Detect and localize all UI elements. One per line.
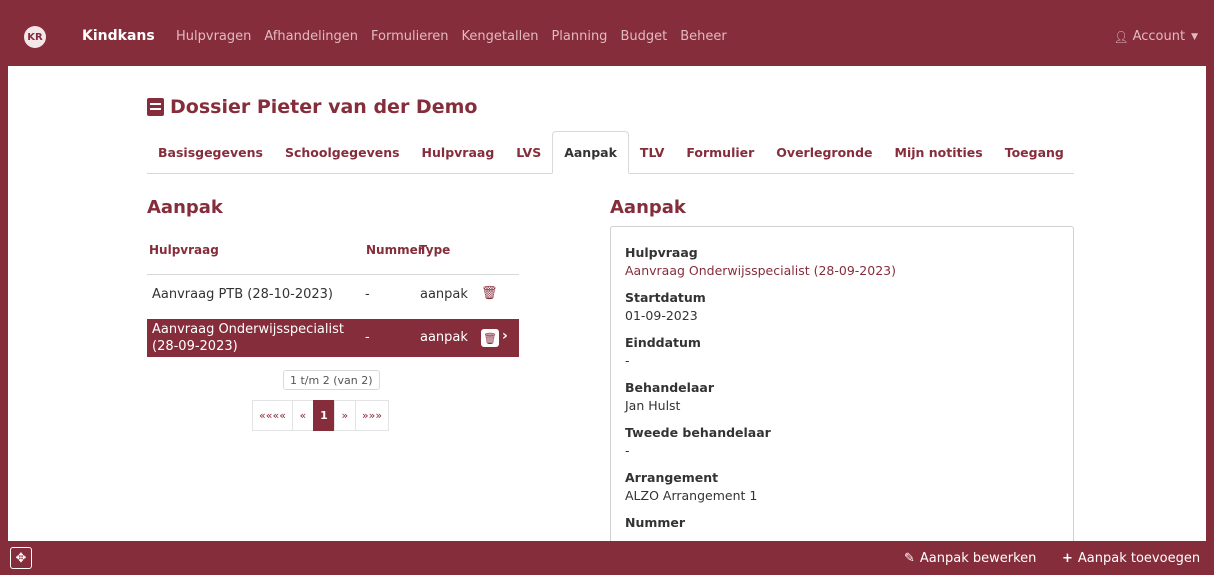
field-label: Startdatum (625, 290, 706, 305)
logo[interactable]: KR (24, 26, 46, 48)
user-icon: 👤︎ (1113, 29, 1129, 44)
row-hulpvraag: Aanvraag Onderwijsspecialist (28-09-2023… (152, 321, 344, 355)
row-nummer: - (365, 330, 370, 345)
tab-mijn-notities[interactable]: Mijn notities (884, 131, 994, 173)
chevron-right-icon[interactable]: › (502, 328, 508, 344)
field-label: Behandelaar (625, 380, 714, 395)
add-aanpak-button[interactable]: + Aanpak toevoegen (1062, 551, 1200, 566)
pager-prev[interactable]: « (291, 400, 314, 431)
tab-hulpvraag[interactable]: Hulpvraag (411, 131, 506, 173)
trash-icon[interactable]: 🗑︎ (481, 329, 499, 347)
tab-bar: Basisgegevens Schoolgegevens Hulpvraag L… (147, 131, 1075, 174)
document-icon (147, 98, 164, 116)
tab-overlegronde[interactable]: Overlegronde (765, 131, 883, 173)
bottom-action-bar: ✥ ✎ Aanpak bewerken + Aanpak toevoegen (0, 541, 1214, 575)
col-nummer: Nummer (366, 243, 424, 257)
edit-aanpak-label: Aanpak bewerken (919, 551, 1037, 566)
pager-current[interactable]: 1 (312, 400, 335, 431)
page-title-text: Dossier Pieter van der Demo (170, 96, 478, 118)
field-tweede-behandelaar: Tweede behandelaar - (625, 425, 771, 458)
field-label: Tweede behandelaar (625, 425, 771, 440)
nav-beheer[interactable]: Beheer (680, 29, 727, 44)
hulpvraag-link[interactable]: Aanvraag Onderwijsspecialist (28-09-2023… (625, 263, 896, 278)
tab-formulier[interactable]: Formulier (675, 131, 765, 173)
field-value: ALZO Arrangement 1 (625, 488, 758, 503)
row-hulpvraag: Aanvraag PTB (28-10-2023) (152, 287, 333, 302)
move-icon[interactable]: ✥ (10, 547, 32, 569)
edit-aanpak-button[interactable]: ✎ Aanpak bewerken (904, 551, 1036, 566)
account-label: Account (1132, 29, 1186, 44)
pencil-icon: ✎ (904, 551, 915, 566)
nav-planning[interactable]: Planning (551, 29, 607, 44)
field-label: Hulpvraag (625, 245, 698, 260)
trash-icon[interactable]: 🗑︎ (481, 286, 498, 301)
plus-icon: + (1062, 551, 1073, 566)
pager-next[interactable]: » (333, 400, 356, 431)
field-value: 01-09-2023 (625, 308, 698, 323)
field-hulpvraag: Hulpvraag Aanvraag Onderwijsspecialist (… (625, 245, 896, 278)
brand-name[interactable]: Kindkans (82, 28, 155, 44)
add-aanpak-label: Aanpak toevoegen (1077, 551, 1201, 566)
field-value: Jan Hulst (625, 398, 681, 413)
col-type: Type (419, 243, 451, 257)
table-row-selected[interactable]: Aanvraag Onderwijsspecialist (28-09-2023… (147, 319, 519, 357)
row-hulpvraag-line2: (28-09-2023) (152, 339, 238, 354)
page-title: Dossier Pieter van der Demo (147, 96, 477, 118)
field-startdatum: Startdatum 01-09-2023 (625, 290, 706, 323)
tab-lvs[interactable]: LVS (505, 131, 552, 173)
tab-schoolgegevens[interactable]: Schoolgegevens (274, 131, 411, 173)
account-menu[interactable]: 👤︎ Account ▼ (1113, 29, 1198, 44)
row-nummer: - (365, 287, 370, 302)
pager-first[interactable]: «««« (252, 400, 293, 431)
field-arrangement: Arrangement ALZO Arrangement 1 (625, 470, 757, 503)
field-value: - (625, 443, 630, 458)
row-type: aanpak (420, 330, 468, 345)
field-einddatum: Einddatum - (625, 335, 701, 368)
nav-afhandelingen[interactable]: Afhandelingen (264, 29, 358, 44)
nav-kengetallen[interactable]: Kengetallen (462, 29, 539, 44)
field-value: - (625, 353, 630, 368)
field-label: Arrangement (625, 470, 719, 485)
caret-down-icon: ▼ (1191, 31, 1198, 42)
left-heading: Aanpak (147, 197, 223, 218)
nav-budget[interactable]: Budget (620, 29, 667, 44)
tab-tlv[interactable]: TLV (629, 131, 675, 173)
field-behandelaar: Behandelaar Jan Hulst (625, 380, 714, 413)
main-nav: Hulpvragen Afhandelingen Formulieren Ken… (176, 29, 740, 44)
tab-basisgegevens[interactable]: Basisgegevens (147, 131, 274, 173)
col-hulpvraag: Hulpvraag (149, 243, 219, 257)
right-heading: Aanpak (610, 197, 686, 218)
nav-hulpvragen[interactable]: Hulpvragen (176, 29, 251, 44)
pager-last[interactable]: »»» (354, 400, 390, 431)
row-hulpvraag-line1: Aanvraag Onderwijsspecialist (152, 322, 344, 337)
pager-info: 1 t/m 2 (van 2) (283, 370, 380, 390)
tab-toegang[interactable]: Toegang (994, 131, 1075, 173)
table-row[interactable]: Aanvraag PTB (28-10-2023) - aanpak 🗑︎ (147, 276, 519, 314)
nav-formulieren[interactable]: Formulieren (371, 29, 449, 44)
row-type: aanpak (420, 287, 468, 302)
field-label: Nummer (625, 515, 686, 530)
top-navbar: KR Kindkans Hulpvragen Afhandelingen For… (0, 0, 1214, 66)
table-header: Hulpvraag Nummer Type (147, 243, 519, 275)
field-label: Einddatum (625, 335, 701, 350)
pagination: «««« « 1 » »»» (252, 400, 390, 431)
detail-card: Hulpvraag Aanvraag Onderwijsspecialist (… (610, 226, 1074, 546)
tab-aanpak[interactable]: Aanpak (552, 131, 629, 174)
